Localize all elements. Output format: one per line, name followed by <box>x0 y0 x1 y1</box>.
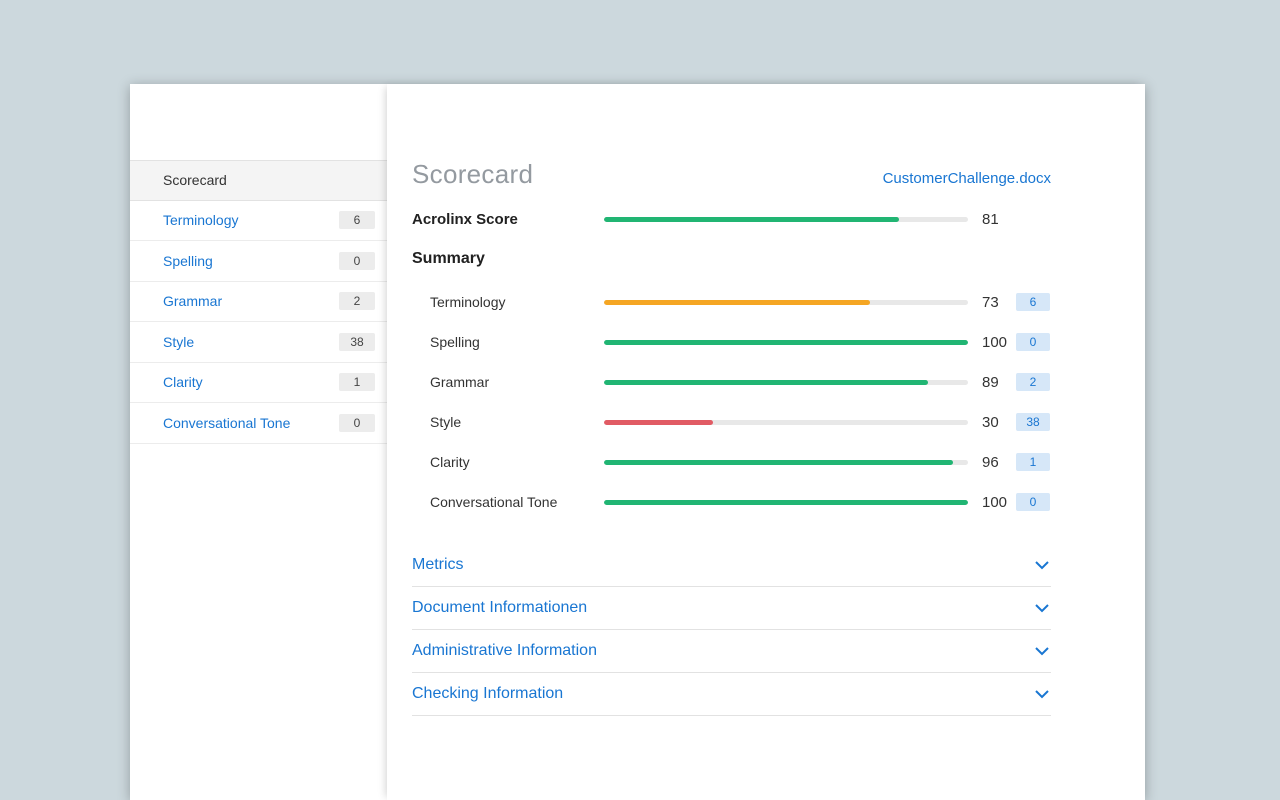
main-header: Scorecard CustomerChallenge.docx <box>412 159 1051 190</box>
score-bar-fill <box>604 420 713 425</box>
score-bar-track <box>604 380 968 385</box>
section-metrics[interactable]: Metrics <box>412 544 1051 587</box>
summary-row-clarity: Clarity 96 1 <box>412 442 1051 482</box>
score-value: 73 <box>982 294 1014 311</box>
sidebar-item-clarity[interactable]: Clarity 1 <box>130 363 387 404</box>
score-bar-track <box>604 460 968 465</box>
sidebar-item-label: Scorecard <box>163 172 227 188</box>
acrolinx-score-bar-track <box>604 217 968 222</box>
document-link[interactable]: CustomerChallenge.docx <box>883 170 1051 187</box>
accordion-sections: Metrics Document Informationen Administr… <box>412 544 1051 716</box>
summary-row-label: Clarity <box>412 454 604 470</box>
sidebar-item-terminology[interactable]: Terminology 6 <box>130 201 387 242</box>
chevron-down-icon <box>1035 647 1051 656</box>
section-label: Document Informationen <box>412 599 587 617</box>
summary-row-conversational-tone: Conversational Tone 100 0 <box>412 482 1051 522</box>
sidebar-item-label: Spelling <box>163 253 213 269</box>
summary-row-style: Style 30 38 <box>412 402 1051 442</box>
score-bar-track <box>604 340 968 345</box>
issue-count-badge: 2 <box>339 292 375 310</box>
sidebar-item-grammar[interactable]: Grammar 2 <box>130 282 387 323</box>
sidebar-item-label: Grammar <box>163 293 222 309</box>
issue-count-badge: 0 <box>339 414 375 432</box>
score-bar-track <box>604 300 968 305</box>
summary-heading: Summary <box>412 244 1051 274</box>
page-title: Scorecard <box>412 159 533 190</box>
score-bar-fill <box>604 500 968 505</box>
issue-badge[interactable]: 0 <box>1016 333 1050 351</box>
acrolinx-score-bar-fill <box>604 217 899 222</box>
acrolinx-score-label: Acrolinx Score <box>412 211 604 228</box>
issue-count-badge: 0 <box>339 252 375 270</box>
acrolinx-score-value: 81 <box>982 211 1014 228</box>
section-document-information[interactable]: Document Informationen <box>412 587 1051 630</box>
score-value: 100 <box>982 494 1014 511</box>
sidebar-item-label: Style <box>163 334 194 350</box>
summary-row-label: Style <box>412 414 604 430</box>
summary-row-grammar: Grammar 89 2 <box>412 362 1051 402</box>
issue-count-badge: 6 <box>339 211 375 229</box>
summary-row-label: Spelling <box>412 334 604 350</box>
sidebar-item-conversational-tone[interactable]: Conversational Tone 0 <box>130 403 387 444</box>
sidebar-item-style[interactable]: Style 38 <box>130 322 387 363</box>
issue-badge[interactable]: 6 <box>1016 293 1050 311</box>
sidebar-item-spelling[interactable]: Spelling 0 <box>130 241 387 282</box>
section-checking-information[interactable]: Checking Information <box>412 673 1051 716</box>
score-bar-fill <box>604 300 870 305</box>
summary-row-terminology: Terminology 73 6 <box>412 282 1051 322</box>
summary-block: Terminology 73 6 Spelling 100 0 Grammar <box>412 282 1051 522</box>
sidebar-item-label: Conversational Tone <box>163 415 290 431</box>
sidebar: Scorecard Terminology 6 Spelling 0 Gramm… <box>130 84 387 800</box>
chevron-down-icon <box>1035 604 1051 613</box>
section-label: Checking Information <box>412 685 563 703</box>
score-bar-fill <box>604 380 928 385</box>
summary-row-label: Terminology <box>412 294 604 310</box>
score-value: 100 <box>982 334 1014 351</box>
summary-row-label: Grammar <box>412 374 604 390</box>
issue-badge[interactable]: 0 <box>1016 493 1050 511</box>
score-bar-track <box>604 500 968 505</box>
issue-badge[interactable]: 38 <box>1016 413 1050 431</box>
sidebar-item-label: Terminology <box>163 212 238 228</box>
chevron-down-icon <box>1035 561 1051 570</box>
score-value: 30 <box>982 414 1014 431</box>
sidebar-item-label: Clarity <box>163 374 203 390</box>
issue-badge[interactable]: 2 <box>1016 373 1050 391</box>
score-bar-fill <box>604 340 968 345</box>
acrolinx-score-row: Acrolinx Score 81 <box>412 204 1051 234</box>
score-bar-track <box>604 420 968 425</box>
scorecard-window: Scorecard Terminology 6 Spelling 0 Gramm… <box>130 84 1145 800</box>
issue-count-badge: 38 <box>339 333 375 351</box>
section-administrative-information[interactable]: Administrative Information <box>412 630 1051 673</box>
sidebar-item-scorecard[interactable]: Scorecard <box>130 160 387 201</box>
issue-count-badge: 1 <box>339 373 375 391</box>
issue-badge[interactable]: 1 <box>1016 453 1050 471</box>
chevron-down-icon <box>1035 690 1051 699</box>
main-panel: Scorecard CustomerChallenge.docx Acrolin… <box>387 84 1145 800</box>
summary-row-spelling: Spelling 100 0 <box>412 322 1051 362</box>
summary-row-label: Conversational Tone <box>412 494 604 510</box>
section-label: Administrative Information <box>412 642 597 660</box>
score-value: 89 <box>982 374 1014 391</box>
score-value: 96 <box>982 454 1014 471</box>
score-bar-fill <box>604 460 953 465</box>
section-label: Metrics <box>412 556 464 574</box>
